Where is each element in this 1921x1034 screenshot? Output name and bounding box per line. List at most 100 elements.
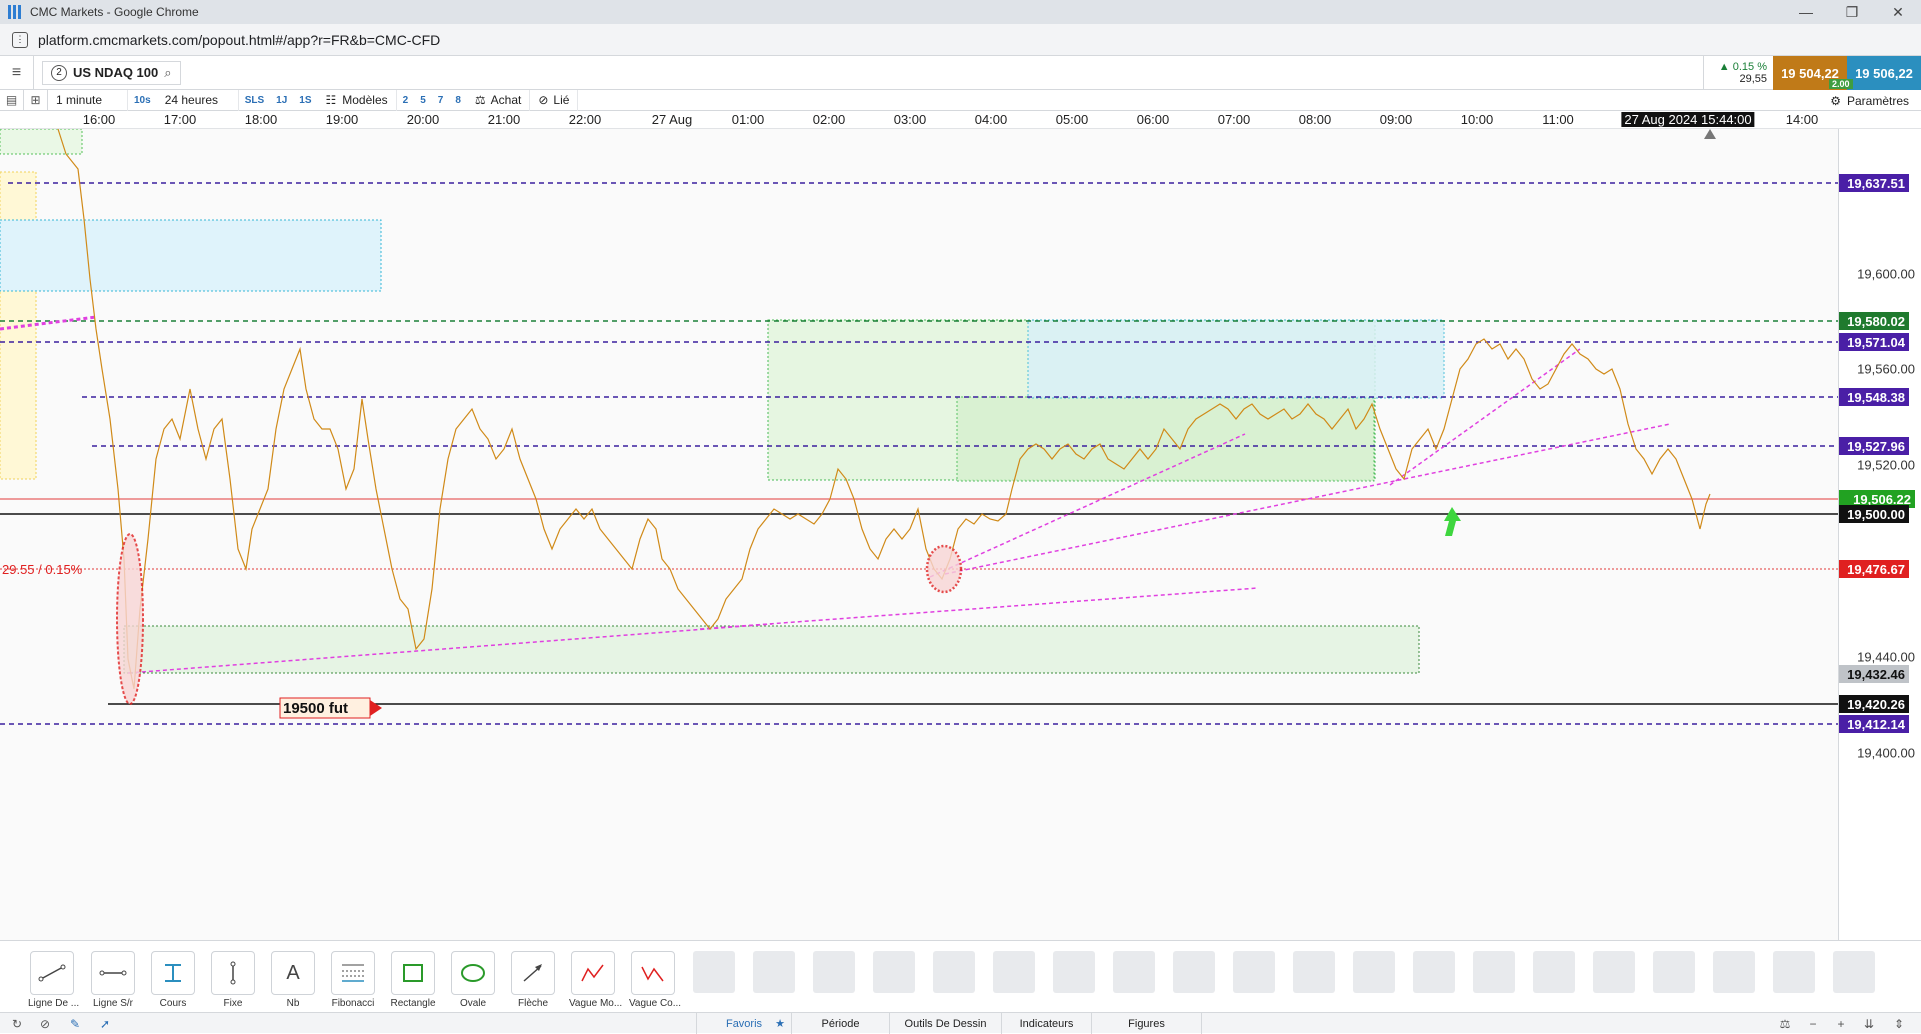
- time-tick: 11:00: [1542, 112, 1574, 127]
- tool-trend-line[interactable]: Ligne De ...: [28, 951, 79, 1009]
- range-1s[interactable]: 1S: [293, 90, 317, 111]
- empty-tool-slot[interactable]: [1653, 951, 1695, 993]
- buy-scale-button[interactable]: ⚖ Achat: [467, 89, 531, 111]
- star-icon: ★: [775, 1018, 785, 1030]
- chart-toolbar: ▤ ⊞ 1 minute 10s 24 heures SLS 1J 1S ☷ Mo…: [0, 89, 1921, 111]
- layout-8[interactable]: 8: [449, 90, 467, 111]
- collapse-icon[interactable]: ⇊: [1858, 1013, 1880, 1034]
- tool-rectangle[interactable]: Rectangle: [389, 951, 437, 1009]
- expand-icon[interactable]: ⇕: [1888, 1013, 1910, 1034]
- tool-arrow[interactable]: Flèche: [509, 951, 557, 1009]
- tab-indicators[interactable]: Indicateurs: [1002, 1013, 1092, 1034]
- minimize-icon[interactable]: —: [1783, 0, 1829, 24]
- layout-5[interactable]: 5: [414, 90, 432, 111]
- pencil-icon[interactable]: ✎: [64, 1013, 86, 1034]
- layout-grid-icon[interactable]: ⊞: [24, 89, 48, 111]
- symbol-selector[interactable]: 2 US NDAQ 100 ⌕: [42, 60, 181, 85]
- zoom-out-icon[interactable]: −: [1802, 1013, 1824, 1034]
- sell-button[interactable]: 19 504,22 2.00: [1773, 56, 1853, 90]
- interval-10s[interactable]: 10s: [128, 90, 157, 111]
- drawing-tools-bar: Ligne De ... Ligne S/r Cours Fixe A Nb Fi…: [0, 940, 1921, 1012]
- cursor-icon[interactable]: ➚: [94, 1013, 116, 1034]
- trend-line-icon: [38, 964, 66, 982]
- tool-wave-corrective[interactable]: Vague Co...: [629, 951, 681, 1009]
- empty-tool-slot[interactable]: [1173, 951, 1215, 993]
- buy-button[interactable]: 19 506,22: [1847, 56, 1921, 90]
- tab-drawing-tools[interactable]: Outils De Dessin: [890, 1013, 1002, 1034]
- empty-tool-slot[interactable]: [1773, 951, 1815, 993]
- empty-tool-slot[interactable]: [693, 951, 735, 993]
- trend-line[interactable]: [699, 587, 1259, 630]
- empty-tool-slot[interactable]: [1113, 951, 1155, 993]
- empty-tool-slot[interactable]: [1233, 951, 1275, 993]
- empty-tool-slot[interactable]: [1413, 951, 1455, 993]
- empty-tool-slot[interactable]: [1533, 951, 1575, 993]
- price-chart[interactable]: 29.55 / 0.15% 19500 fut: [0, 128, 1838, 940]
- green-arrow-marker[interactable]: [1444, 507, 1461, 536]
- zoom-in-icon[interactable]: +: [1830, 1013, 1852, 1034]
- chart-canvas[interactable]: 29.55 / 0.15% 19500 fut: [0, 128, 1838, 940]
- cyan-zone-left[interactable]: [0, 219, 382, 292]
- empty-tool-slot[interactable]: [1713, 951, 1755, 993]
- empty-tool-slot[interactable]: [1293, 951, 1335, 993]
- empty-tool-slot[interactable]: [1053, 951, 1095, 993]
- tool-fibonacci[interactable]: Fibonacci: [329, 951, 377, 1009]
- address-bar[interactable]: ⋮ platform.cmcmarkets.com/popout.html#/a…: [0, 24, 1921, 56]
- empty-tool-slot[interactable]: [1833, 951, 1875, 993]
- price-axis[interactable]: 19,600.00 19,560.00 19,520.00 19,440.00 …: [1838, 129, 1921, 940]
- tab-figures[interactable]: Figures: [1092, 1013, 1202, 1034]
- range-select[interactable]: 24 heures: [157, 89, 239, 111]
- tab-period[interactable]: Période: [792, 1013, 890, 1034]
- fut-label-text: 19500 fut: [283, 700, 348, 717]
- close-icon[interactable]: ✕: [1875, 0, 1921, 24]
- settings-button[interactable]: ⚙ Paramètres: [1830, 90, 1909, 111]
- tool-sr-line[interactable]: Ligne S/r: [89, 951, 137, 1009]
- interval-select[interactable]: 1 minute: [48, 89, 128, 111]
- no-entry-icon[interactable]: ⊘: [34, 1013, 56, 1034]
- chart-list-icon[interactable]: ▤: [0, 89, 24, 111]
- time-tick: 16:00: [82, 112, 116, 127]
- price-tag: 19,580.02: [1839, 312, 1909, 330]
- tool-price[interactable]: Cours: [149, 951, 197, 1009]
- time-tick: 19:00: [325, 112, 359, 127]
- link-button[interactable]: ⊘ Lié: [530, 89, 579, 111]
- tool-oval[interactable]: Ovale: [449, 951, 497, 1009]
- menu-icon[interactable]: ≡: [0, 55, 34, 90]
- cyan-zone-mid[interactable]: [1027, 319, 1445, 399]
- red-circle-marker[interactable]: [925, 544, 963, 594]
- site-info-icon[interactable]: ⋮: [12, 31, 28, 48]
- tab-favorites[interactable]: Favoris ★: [696, 1013, 792, 1034]
- empty-tool-slot[interactable]: [993, 951, 1035, 993]
- layout-7[interactable]: 7: [432, 90, 450, 111]
- green-zone-inner[interactable]: [956, 396, 1375, 482]
- url-text[interactable]: platform.cmcmarkets.com/popout.html#/app…: [38, 32, 440, 48]
- tool-wave-motive[interactable]: Vague Mo...: [569, 951, 622, 1009]
- price-tag: 19,637.51: [1839, 174, 1909, 192]
- restore-icon[interactable]: ❐: [1829, 0, 1875, 24]
- empty-tool-slot[interactable]: [813, 951, 855, 993]
- red-oval-marker[interactable]: [116, 533, 144, 705]
- scale-icon[interactable]: ⚖: [1774, 1013, 1796, 1034]
- tool-fixed[interactable]: Fixe: [209, 951, 257, 1009]
- range-1j[interactable]: 1J: [270, 90, 293, 111]
- green-zone-bottom[interactable]: [123, 625, 1420, 674]
- refresh-icon[interactable]: ↻: [6, 1013, 28, 1034]
- link-label: Lié: [553, 93, 570, 107]
- tool-note[interactable]: A Nb: [269, 951, 317, 1009]
- empty-tool-slot[interactable]: [1353, 951, 1395, 993]
- empty-tool-slot[interactable]: [873, 951, 915, 993]
- panel-number: 2: [51, 64, 67, 81]
- bottom-bar: ↻ ⊘ ✎ ➚ Favoris ★ Période Outils De Dessi…: [0, 1012, 1921, 1034]
- green-zone-top-left[interactable]: [0, 128, 83, 155]
- sls-button[interactable]: SLS: [239, 90, 270, 111]
- horizontal-line-icon: [99, 970, 127, 976]
- empty-tool-slot[interactable]: [1593, 951, 1635, 993]
- price-tag: 19,548.38: [1839, 388, 1909, 406]
- vertical-line-icon: [230, 961, 236, 985]
- empty-tool-slot[interactable]: [753, 951, 795, 993]
- templates-button[interactable]: ☷ Modèles: [318, 89, 397, 111]
- layout-2[interactable]: 2: [397, 90, 415, 111]
- empty-tool-slot[interactable]: [933, 951, 975, 993]
- empty-tool-slot[interactable]: [1473, 951, 1515, 993]
- search-icon[interactable]: ⌕: [164, 65, 171, 81]
